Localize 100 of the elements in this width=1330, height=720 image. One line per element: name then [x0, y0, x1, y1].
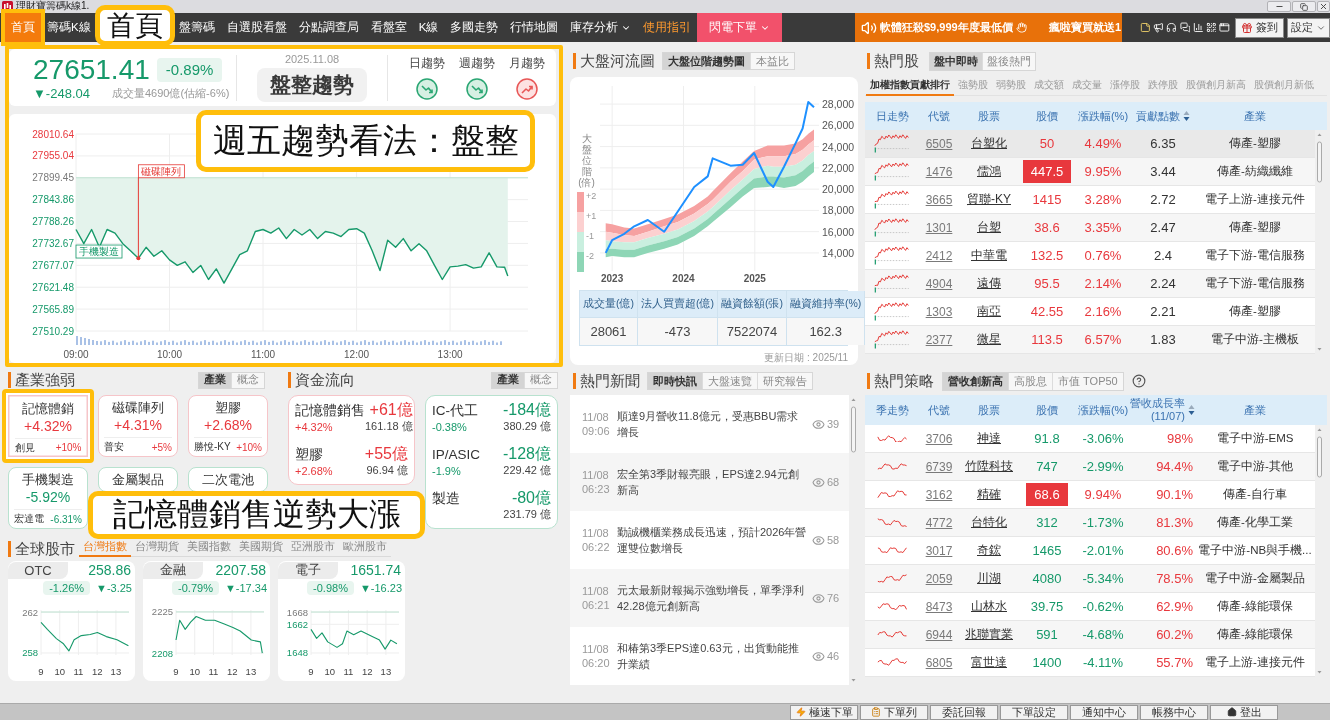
stock-name-link[interactable]: 台塑: [977, 219, 1001, 236]
table-row[interactable]: 1476 儒鴻 447.5 9.95% 3.44 傳產-紡織纖維: [865, 158, 1315, 186]
status-button[interactable]: 極速下單: [790, 704, 858, 720]
stock-name-link[interactable]: 富世達: [971, 654, 1007, 671]
stock-code-link[interactable]: 2377: [925, 332, 953, 347]
nav-item[interactable]: 行情地圖: [504, 13, 565, 42]
restore-button[interactable]: [1292, 1, 1316, 12]
stock-name-link[interactable]: 微星: [977, 331, 1001, 348]
stock-code-link[interactable]: 4904: [925, 276, 953, 291]
stock-code-link[interactable]: 6505: [925, 136, 953, 151]
stock-name-link[interactable]: 兆聯實業: [965, 626, 1013, 643]
nav-item[interactable]: 看盤室: [364, 13, 413, 42]
news-headline[interactable]: 順達9月營收11.8億元，受惠BBU需求增長: [617, 408, 807, 440]
stock-code-link[interactable]: 6805: [925, 655, 953, 670]
note-icon[interactable]: [1140, 21, 1151, 34]
stock-code-link[interactable]: 4772: [925, 515, 953, 530]
status-button[interactable]: 帳務中心: [1140, 704, 1208, 720]
table-row[interactable]: 2377 微星 113.5 6.57% 1.83 電子中游-主機板: [865, 326, 1315, 354]
tab[interactable]: 產業: [199, 372, 231, 388]
stock-name-link[interactable]: 貿聯-KY: [967, 191, 1011, 208]
status-button[interactable]: 通知中心: [1070, 704, 1138, 720]
table-row[interactable]: 4772 台特化 312 -1.73% 81.3% 傳產-化學工業: [865, 509, 1315, 537]
stock-name-link[interactable]: 中華電: [971, 247, 1007, 264]
stock-code-link[interactable]: 3665: [925, 192, 953, 207]
nav-item[interactable]: 盤籌碼: [172, 13, 221, 42]
nav-item[interactable]: 分點調查局: [292, 13, 365, 42]
sort-header[interactable]: 貢獻點數: [1136, 109, 1190, 123]
stock-code-link[interactable]: 3162: [925, 487, 953, 502]
news-item[interactable]: 11/08 06:23 宏全第3季財報亮眼，EPS達2.94元創新高 68: [570, 453, 849, 511]
industry-card[interactable]: 塑膠 +2.68% 勝悅-KY +10%: [188, 395, 268, 457]
status-button[interactable]: 下單列: [860, 704, 928, 720]
stock-name-link[interactable]: 台特化: [971, 514, 1007, 531]
status-button[interactable]: 下單設定: [1000, 704, 1068, 720]
industry-card[interactable]: 磁碟陣列 +4.31% 普安 +5%: [98, 395, 178, 457]
stock-code-link[interactable]: 3017: [925, 543, 953, 558]
index-card[interactable]: OTC 258.86 -1.26% ▼-3.25 262 258 9 10 11 12 13: [8, 561, 135, 681]
stock-name-link[interactable]: 南亞: [977, 303, 1001, 320]
qr-code-icon[interactable]: [1206, 21, 1217, 34]
stock-code-link[interactable]: 1476: [925, 164, 953, 179]
news-headline[interactable]: 和椿第3季EPS達0.63元，出貨動能推升業績: [617, 640, 807, 672]
stock-code-link[interactable]: 2412: [925, 248, 953, 263]
nav-item[interactable]: K線: [412, 13, 445, 42]
stock-name-link[interactable]: 遠傳: [977, 275, 1001, 292]
settings-button[interactable]: 設定: [1287, 17, 1330, 38]
table-row[interactable]: 6739 竹陞科技 747 -2.99% 94.4% 電子中游-其他: [865, 453, 1315, 481]
table-row[interactable]: 1301 台塑 38.6 3.35% 2.47 傳產-塑膠: [865, 214, 1315, 242]
stock-code-link[interactable]: 1303: [925, 304, 953, 319]
nav-item[interactable]: 多國走勢: [444, 13, 505, 42]
stock-code-link[interactable]: 1301: [925, 220, 953, 235]
nav-item[interactable]: 自選股看盤: [220, 13, 293, 42]
industry-card[interactable]: 記憶體銷 +4.32% 創見 +10%: [2, 389, 94, 463]
tab[interactable]: 盤中即時: [930, 52, 982, 70]
news-headline[interactable]: 勤誠機櫃業務成長迅速，預計2026年營運雙位數增長: [617, 524, 807, 556]
stock-name-link[interactable]: 精確: [977, 486, 1001, 503]
stock-name-link[interactable]: 竹陞科技: [965, 458, 1013, 475]
tab[interactable]: 產業: [492, 372, 524, 388]
nav-item[interactable]: 使用指引: [637, 13, 698, 42]
table-row[interactable]: 3162 精確 68.6 9.94% 90.1% 傳產-自行車: [865, 481, 1315, 509]
news-item[interactable]: 11/08 06:21 元太最新財報揭示強勁增長，單季淨利42.28億元創新高 76: [570, 569, 849, 627]
industry-card[interactable]: 手機製造 -5.92% 宏達電 -6.31%: [8, 467, 88, 529]
news-headline[interactable]: 宏全第3季財報亮眼，EPS達2.94元創新高: [617, 466, 807, 498]
window-icon[interactable]: [1219, 21, 1231, 34]
news-headline[interactable]: 元太最新財報揭示強勁增長，單季淨利42.28億元創新高: [617, 582, 807, 614]
tab[interactable]: 營收創新高: [943, 372, 1008, 390]
index-card[interactable]: 金融 2207.58 -0.79% ▼-17.34 2225 2208 9 10 11 12 13: [143, 561, 270, 681]
stock-code-link[interactable]: 2059: [925, 571, 953, 586]
stock-code-link[interactable]: 3706: [925, 431, 953, 446]
megaphone-icon[interactable]: [1153, 21, 1164, 34]
industry-card[interactable]: 金屬製品: [98, 467, 178, 492]
table-row[interactable]: 2059 川湖 4080 -5.34% 78.5% 電子中游-金屬製品: [865, 565, 1315, 593]
stock-name-link[interactable]: 台塑化: [971, 135, 1007, 152]
status-button[interactable]: 登出: [1210, 704, 1278, 720]
chat-icon[interactable]: [1179, 21, 1191, 34]
legend-label: -1: [586, 232, 594, 241]
stock-code-link[interactable]: 8473: [925, 599, 953, 614]
event-marker[interactable]: 手機製造: [75, 244, 123, 259]
nav-item[interactable]: 籌碼K線: [41, 13, 97, 42]
nav-item[interactable]: 庫存分析: [564, 13, 638, 42]
stock-name-link[interactable]: 山林水: [971, 598, 1007, 615]
bar-chart-icon[interactable]: [1192, 21, 1204, 34]
table-row[interactable]: 6505 台塑化 50 4.49% 6.35 傳產-塑膠: [865, 130, 1315, 158]
stock-name-link[interactable]: 儒鴻: [977, 163, 1001, 180]
sort-header[interactable]: 營收成長率 (11/07): [1130, 397, 1195, 423]
stock-code-link[interactable]: 6739: [925, 459, 953, 474]
tab[interactable]: 大盤位階趨勢圖: [663, 53, 750, 69]
stock-name-link[interactable]: 奇鋐: [977, 542, 1001, 559]
headset-icon[interactable]: [1166, 21, 1178, 34]
index-card[interactable]: 電子 1651.74 -0.98% ▼-16.23 1668 1662 1648 9 10 11 12 13: [278, 561, 405, 681]
industry-card[interactable]: 二次電池: [188, 467, 268, 492]
table-row[interactable]: 6944 兆聯實業 591 -4.68% 60.2% 傳產-綠能環保: [865, 621, 1315, 649]
close-button[interactable]: [1317, 1, 1330, 12]
tab[interactable]: 即時快訊: [648, 373, 702, 389]
subtab[interactable]: 加權指數貢獻排行: [866, 76, 954, 96]
table-row[interactable]: 4904 遠傳 95.5 2.14% 2.24 電子下游-電信服務: [865, 270, 1315, 298]
stock-name-link[interactable]: 川湖: [977, 570, 1001, 587]
stock-name-link[interactable]: 神達: [977, 430, 1001, 447]
stock-code-link[interactable]: 6944: [925, 627, 953, 642]
help-icon[interactable]: [1131, 374, 1146, 388]
status-button[interactable]: 委託回報: [930, 704, 998, 720]
check-in-button[interactable]: 簽到: [1234, 17, 1284, 38]
